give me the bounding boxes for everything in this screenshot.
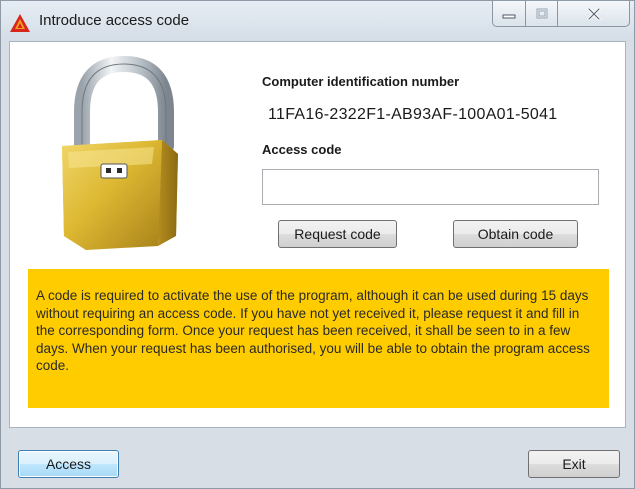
- close-button[interactable]: [558, 1, 630, 27]
- computer-id-value: 11FA16-2322F1-AB93AF-100A01-5041: [268, 106, 558, 123]
- request-code-button[interactable]: Request code: [278, 220, 397, 248]
- license-notice: A code is required to activate the use o…: [28, 269, 609, 408]
- minimize-icon: [502, 14, 516, 18]
- app-logo-icon: [10, 14, 30, 32]
- window-title: Introduce access code: [39, 12, 190, 29]
- minimize-button[interactable]: [492, 1, 526, 27]
- dialog-window: Introduce access code Computer identific…: [0, 0, 635, 489]
- exit-button[interactable]: Exit: [528, 450, 620, 478]
- computer-id-label: Computer identification number: [262, 74, 460, 89]
- content-panel: Computer identification number 11FA16-23…: [9, 41, 626, 428]
- maximize-icon: [536, 8, 547, 19]
- obtain-code-button[interactable]: Obtain code: [453, 220, 578, 248]
- access-button[interactable]: Access: [18, 450, 119, 478]
- access-code-input[interactable]: [262, 169, 599, 205]
- padlock-icon: [62, 55, 178, 250]
- maximize-button[interactable]: [526, 1, 558, 27]
- close-icon: [587, 7, 600, 20]
- title-bar[interactable]: Introduce access code: [1, 1, 634, 41]
- access-code-label: Access code: [262, 142, 342, 157]
